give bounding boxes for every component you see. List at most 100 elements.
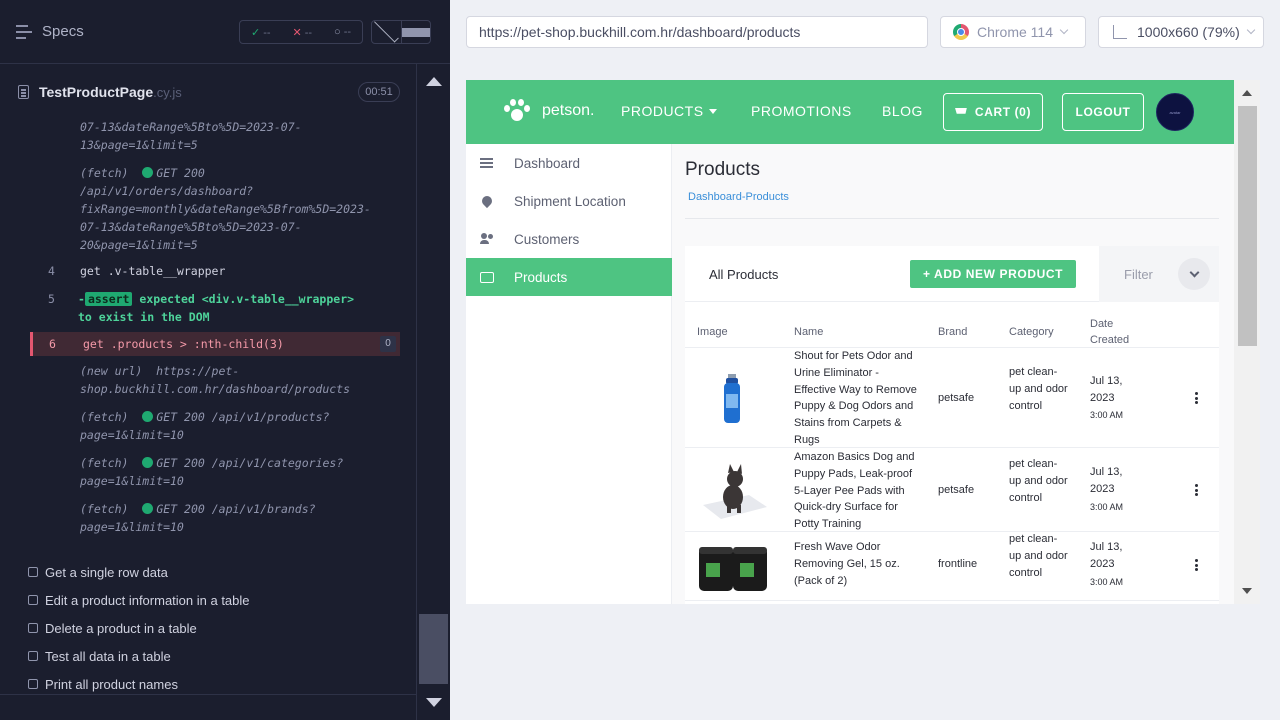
- logout-button[interactable]: LOGOUT: [1062, 93, 1144, 131]
- chevron-down-icon: [1246, 25, 1255, 35]
- spec-file-name: TestProductPage: [39, 84, 154, 100]
- stop-button[interactable]: [400, 21, 430, 43]
- nav-blog[interactable]: BLOG: [882, 103, 923, 119]
- app-header: petson. PRODUCTS PROMOTIONS BLOG CART (0…: [466, 80, 1234, 144]
- failed-stat: ✕ --: [292, 26, 313, 39]
- product-brand: petsafe: [938, 392, 975, 404]
- command-assert[interactable]: 5 - assert expected <div.v-table__wrapper…: [30, 290, 400, 326]
- file-icon: [18, 85, 29, 99]
- sidebar-item-shipment-location[interactable]: Shipment Location: [466, 182, 672, 220]
- product-category: pet clean-up and odor control: [1009, 366, 1068, 412]
- specs-title[interactable]: Specs: [42, 23, 84, 40]
- scroll-up-arrow-icon[interactable]: [1242, 90, 1252, 96]
- breadcrumb[interactable]: Dashboard-Products: [688, 191, 789, 203]
- table-row[interactable]: Amazon Basics Dog and Puppy Pads, Leak-p…: [685, 449, 1219, 532]
- row-menu-icon[interactable]: [1195, 484, 1198, 498]
- pending-stat: ○ --: [333, 26, 352, 38]
- products-table: All Products + ADD NEW PRODUCT Filter Im…: [685, 246, 1219, 604]
- stop-icon: [401, 27, 430, 37]
- logo[interactable]: petson.: [504, 99, 594, 123]
- checkbox-icon: [28, 651, 38, 661]
- command-failed-get-products[interactable]: 6 get .products > :nth-child(3) 0: [30, 332, 400, 356]
- product-category: pet clean-up and odor control: [1009, 458, 1068, 504]
- folder-icon: [480, 271, 494, 283]
- add-new-product-button[interactable]: + ADD NEW PRODUCT: [910, 260, 1076, 288]
- product-image: [724, 374, 740, 423]
- viewport-scrollbar[interactable]: [1234, 80, 1260, 604]
- scroll-up-arrow-icon[interactable]: [426, 77, 442, 86]
- caret-down-icon: [708, 109, 717, 114]
- column-header-brand[interactable]: Brand: [938, 324, 967, 340]
- viewport-selector[interactable]: 1000x660 (79%): [1098, 16, 1264, 48]
- run-controls: [371, 17, 431, 44]
- row-menu-icon[interactable]: [1195, 392, 1198, 406]
- app-under-test-pane: https://pet-shop.buckhill.com.hr/dashboa…: [450, 0, 1280, 720]
- command-log: 07-13&dateRange%5Bto%5D=2023-07- 13&page…: [30, 118, 400, 542]
- nav-promotions[interactable]: PROMOTIONS: [751, 103, 852, 119]
- url-bar[interactable]: https://pet-shop.buckhill.com.hr/dashboa…: [466, 16, 928, 48]
- checkbox-icon: [28, 679, 38, 689]
- scrollbar-thumb[interactable]: [419, 614, 448, 684]
- avatar[interactable]: avatar: [1156, 93, 1194, 131]
- spec-file-header[interactable]: TestProductPage .cy.js 00:51: [0, 76, 416, 108]
- checkbox-icon: [28, 595, 38, 605]
- sliders-icon: [480, 156, 494, 170]
- browser-selector[interactable]: Chrome 114: [940, 16, 1086, 48]
- column-header-date-created[interactable]: Date Created: [1090, 316, 1129, 348]
- test-item[interactable]: Edit a product information in a table: [28, 586, 250, 614]
- product-time: 3:00 AM: [1090, 577, 1124, 587]
- command-fetch-products[interactable]: (fetch) GET 200 /api/v1/products? page=1…: [30, 408, 400, 444]
- nav-products[interactable]: PRODUCTS: [621, 103, 717, 119]
- command-get-table-wrapper[interactable]: 4 get .v-table__wrapper: [30, 262, 400, 280]
- scroll-down-arrow-icon[interactable]: [1242, 588, 1252, 594]
- sidebar-item-products[interactable]: Products: [466, 258, 672, 296]
- command-fetch-orders[interactable]: (fetch) GET 200 /api/v1/orders/dashboard…: [30, 164, 400, 254]
- sidebar-item-customers[interactable]: Customers: [466, 220, 672, 258]
- command-new-url[interactable]: (new url) https://pet- shop.buckhill.com…: [30, 362, 400, 398]
- filter-label: Filter: [1124, 267, 1153, 282]
- scroll-down-arrow-icon[interactable]: [426, 698, 442, 707]
- command-fetch-categories[interactable]: (fetch) GET 200 /api/v1/categories? page…: [30, 454, 400, 490]
- checkbox-icon: [28, 623, 38, 633]
- filter-toggle-button[interactable]: [1178, 258, 1210, 290]
- test-item[interactable]: Test all data in a table: [28, 642, 250, 670]
- spinner-icon: ○: [333, 26, 341, 38]
- product-date: Jul 13, 2023: [1090, 375, 1123, 404]
- checkbox-icon: [28, 567, 38, 577]
- expand-chevron-icon[interactable]: [372, 17, 401, 43]
- divider: [685, 218, 1219, 219]
- filter-panel[interactable]: Filter: [1099, 246, 1219, 302]
- page-title: Products: [685, 159, 760, 180]
- product-date: Jul 13, 2023: [1090, 466, 1123, 495]
- test-list: Get a single row data Edit a product inf…: [28, 558, 250, 698]
- test-item[interactable]: Get a single row data: [28, 558, 250, 586]
- spec-file-ext: .cy.js: [153, 84, 182, 100]
- test-item[interactable]: Delete a product in a table: [28, 614, 250, 642]
- row-menu-icon[interactable]: [1195, 559, 1198, 573]
- specs-list-icon[interactable]: [16, 24, 34, 39]
- product-name: Fresh Wave Odor Removing Gel, 15 oz. (Pa…: [794, 541, 900, 587]
- status-dot-icon: [142, 411, 154, 422]
- status-dot-icon: [142, 503, 154, 514]
- spec-duration: 00:51: [358, 82, 400, 102]
- reporter-scrollbar[interactable]: [416, 64, 450, 720]
- table-row[interactable]: Fresh Wave Odor Removing Gel, 15 oz. (Pa…: [685, 533, 1219, 601]
- table-toolbar: All Products + ADD NEW PRODUCT: [685, 246, 1099, 302]
- passed-stat: ✓ --: [250, 26, 271, 39]
- product-image: [699, 547, 767, 591]
- command-url-continuation[interactable]: 07-13&dateRange%5Bto%5D=2023-07- 13&page…: [30, 118, 400, 154]
- app-viewport: petson. PRODUCTS PROMOTIONS BLOG CART (0…: [466, 80, 1260, 604]
- check-icon: ✓: [250, 26, 261, 39]
- reporter-footer-divider: [0, 694, 416, 695]
- table-row[interactable]: Shout for Pets Odor and Urine Eliminator…: [685, 348, 1219, 448]
- cart-button[interactable]: CART (0): [943, 93, 1043, 131]
- command-fetch-brands[interactable]: (fetch) GET 200 /api/v1/brands? page=1&l…: [30, 500, 400, 536]
- column-header-category[interactable]: Category: [1009, 324, 1054, 340]
- people-icon: [480, 232, 494, 246]
- sidebar-item-dashboard[interactable]: Dashboard: [466, 144, 672, 182]
- column-header-name[interactable]: Name: [794, 324, 823, 340]
- status-dot-icon: [142, 457, 154, 468]
- scrollbar-thumb[interactable]: [1238, 106, 1257, 346]
- product-date: Jul 13, 2023: [1090, 541, 1123, 570]
- column-header-image: Image: [697, 326, 728, 338]
